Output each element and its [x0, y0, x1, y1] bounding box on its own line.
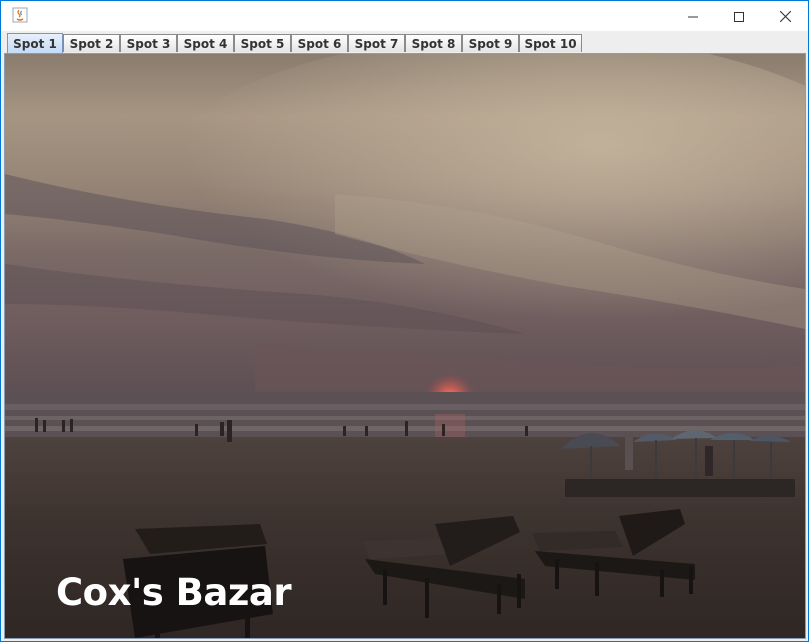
- tab-spot-5[interactable]: Spot 5: [234, 34, 291, 52]
- close-icon: [779, 7, 791, 26]
- tab-spot-4[interactable]: Spot 4: [177, 34, 234, 52]
- tab-strip: Spot 1 Spot 2 Spot 3 Spot 4 Spot 5 Spot …: [1, 31, 808, 53]
- maximize-button[interactable]: [716, 1, 762, 31]
- title-bar[interactable]: [1, 1, 808, 31]
- tab-spot-3[interactable]: Spot 3: [120, 34, 177, 52]
- tab-spot-7[interactable]: Spot 7: [348, 34, 405, 52]
- beach-sunset-photo: [5, 54, 805, 638]
- tab-spot-6[interactable]: Spot 6: [291, 34, 348, 52]
- tab-spot-10[interactable]: Spot 10: [519, 34, 582, 52]
- maximize-icon: [734, 7, 744, 26]
- close-button[interactable]: [762, 1, 808, 31]
- tab-content-panel: Cox's Bazar: [4, 53, 806, 639]
- tab-spot-9[interactable]: Spot 9: [462, 34, 519, 52]
- tab-spot-1[interactable]: Spot 1: [7, 33, 63, 53]
- minimize-icon: [688, 7, 698, 26]
- tab-spot-2[interactable]: Spot 2: [63, 34, 120, 52]
- java-app-icon: [12, 7, 28, 23]
- app-window: Spot 1 Spot 2 Spot 3 Spot 4 Spot 5 Spot …: [0, 0, 809, 642]
- tab-spot-8[interactable]: Spot 8: [405, 34, 462, 52]
- spot-caption: Cox's Bazar: [56, 571, 292, 614]
- minimize-button[interactable]: [670, 1, 716, 31]
